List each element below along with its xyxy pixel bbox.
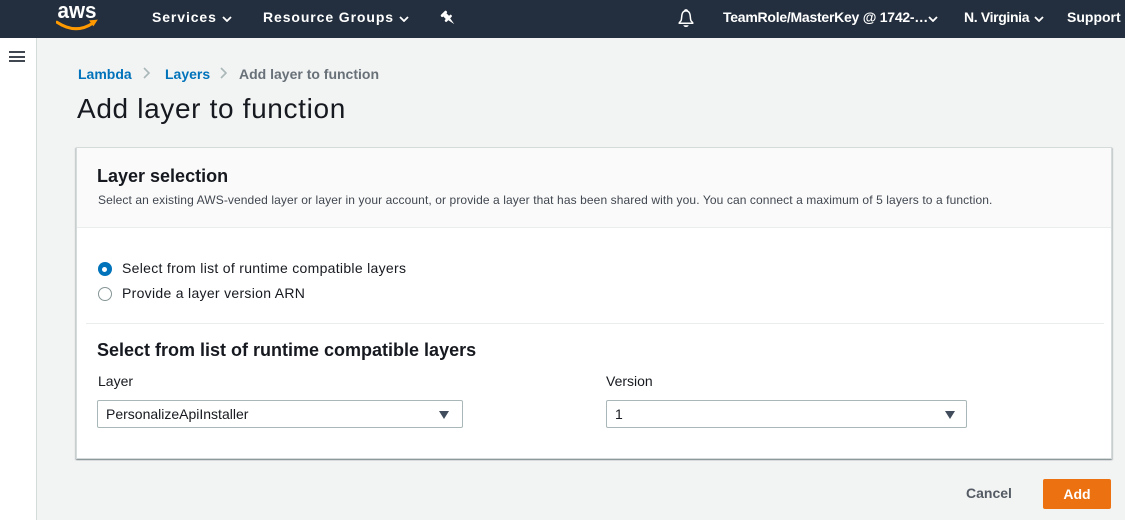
svg-text:aws: aws (58, 4, 97, 23)
